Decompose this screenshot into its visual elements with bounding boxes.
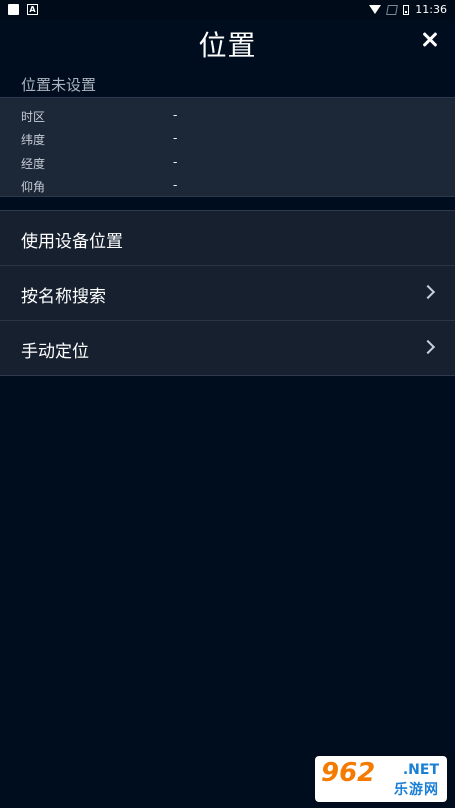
use-device-location-item[interactable]: 使用设备位置 <box>0 211 455 266</box>
search-by-name-item[interactable]: 按名称搜索 <box>0 266 455 321</box>
info-key: 经度 <box>21 157 46 171</box>
info-key: 纬度 <box>21 133 46 147</box>
info-row-latitude: 纬度 - <box>0 127 455 149</box>
page-title: 位置 <box>198 29 257 62</box>
menu-item-label: 手动定位 <box>21 342 89 362</box>
wifi-icon <box>369 5 382 14</box>
watermark-cn: 乐游网 <box>394 782 439 798</box>
manual-location-item[interactable]: 手动定位 <box>0 321 455 375</box>
no-signal-icon <box>386 4 399 15</box>
status-bar: A 11:36 <box>0 0 455 20</box>
chevron-right-icon <box>420 339 436 355</box>
app-notification-icon: A <box>27 4 38 15</box>
header: 位置 <box>0 20 455 64</box>
notification-square-icon <box>8 4 19 15</box>
location-status: 位置未设置 <box>21 76 97 94</box>
close-icon[interactable] <box>419 28 441 50</box>
battery-icon <box>403 4 410 15</box>
info-row-longitude: 经度 - <box>0 151 455 173</box>
menu-item-label: 使用设备位置 <box>21 232 123 252</box>
site-watermark-logo: 962 .NET 乐游网 <box>315 756 447 802</box>
clock: 11:36 <box>415 3 447 16</box>
location-options-menu: 使用设备位置 按名称搜索 手动定位 <box>0 210 455 376</box>
location-info-panel: 时区 - 纬度 - 经度 - 仰角 - <box>0 97 455 197</box>
watermark-number: 962 <box>321 758 376 788</box>
info-value: - <box>173 178 178 192</box>
info-key: 仰角 <box>21 180 46 194</box>
info-value: - <box>173 108 178 122</box>
watermark-suffix: .NET <box>402 762 439 778</box>
system-icons: 11:36 <box>369 3 447 16</box>
notification-icons: A <box>8 4 38 15</box>
info-value: - <box>173 155 178 169</box>
info-row-timezone: 时区 - <box>0 104 455 126</box>
info-row-elevation: 仰角 - <box>0 174 455 196</box>
info-value: - <box>173 131 178 145</box>
info-key: 时区 <box>21 110 46 124</box>
menu-item-label: 按名称搜索 <box>21 287 106 307</box>
chevron-right-icon <box>420 284 436 300</box>
